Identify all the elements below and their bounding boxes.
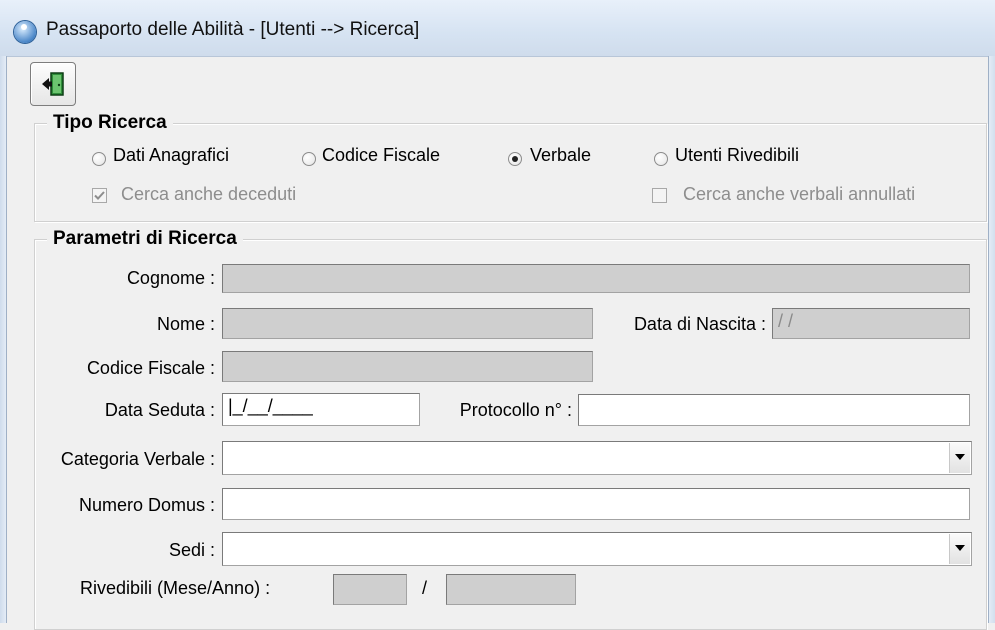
radio-dati-anagrafici[interactable]: [92, 152, 106, 166]
app-logo-icon: [14, 21, 36, 43]
protocollo-input[interactable]: [578, 394, 970, 426]
data-nascita-label: Data di Nascita :: [633, 314, 766, 334]
numero-domus-label: Numero Domus :: [78, 495, 215, 515]
radio-label-utenti-rivedibili: Utenti Rivedibili: [675, 145, 800, 165]
window-frame-right: [988, 56, 995, 623]
codice-fiscale-label: Codice Fiscale :: [86, 358, 215, 378]
checkmark-icon: [94, 191, 105, 200]
radio-codice-fiscale[interactable]: [302, 152, 316, 166]
radio-label-codice-fiscale: Codice Fiscale: [322, 145, 441, 165]
rivedibili-mese-input[interactable]: [333, 574, 407, 605]
data-seduta-label: Data Seduta :: [104, 400, 215, 420]
window-frame-left: [0, 56, 7, 623]
exit-door-icon: [42, 72, 64, 96]
tipo-ricerca-title: Tipo Ricerca: [47, 112, 173, 134]
rivedibili-label: Rivedibili (Mese/Anno) :: [80, 578, 271, 598]
checkbox-cerca-annullati[interactable]: [652, 188, 667, 203]
nome-label: Nome :: [156, 314, 215, 334]
exit-button[interactable]: [30, 62, 76, 106]
radio-label-verbale: Verbale: [530, 145, 592, 165]
radio-label-dati-anagrafici: Dati Anagrafici: [113, 145, 230, 165]
sedi-label: Sedi :: [168, 540, 215, 560]
radio-utenti-rivedibili[interactable]: [654, 152, 668, 166]
window-title: Passaporto delle Abilità - [Utenti --> R…: [46, 19, 420, 40]
rivedibili-separator: /: [422, 578, 428, 598]
chevron-down-icon[interactable]: [949, 443, 970, 473]
data-seduta-input[interactable]: |_/__/____: [222, 393, 420, 426]
tipo-ricerca-group: Tipo Ricerca: [34, 112, 987, 222]
categoria-verbale-select[interactable]: [222, 441, 972, 475]
cognome-label: Cognome :: [126, 268, 215, 288]
radio-verbale[interactable]: [508, 152, 522, 166]
nome-input[interactable]: [222, 308, 593, 339]
data-nascita-input[interactable]: / /: [772, 308, 970, 339]
categoria-verbale-label: Categoria Verbale :: [60, 449, 215, 469]
codice-fiscale-input[interactable]: [222, 351, 593, 382]
sedi-select[interactable]: [222, 532, 972, 566]
checkbox-label-cerca-deceduti: Cerca anche deceduti: [121, 184, 297, 204]
protocollo-label: Protocollo n° :: [459, 400, 572, 420]
numero-domus-input[interactable]: [222, 488, 970, 520]
cognome-input[interactable]: [222, 264, 970, 293]
title-bar: Passaporto delle Abilità - [Utenti --> R…: [0, 0, 995, 57]
checkbox-cerca-deceduti[interactable]: [92, 188, 107, 203]
chevron-down-icon[interactable]: [949, 534, 970, 564]
checkbox-label-cerca-annullati: Cerca anche verbali annullati: [683, 184, 916, 204]
parametri-ricerca-title: Parametri di Ricerca: [47, 228, 243, 250]
rivedibili-anno-input[interactable]: [446, 574, 576, 605]
